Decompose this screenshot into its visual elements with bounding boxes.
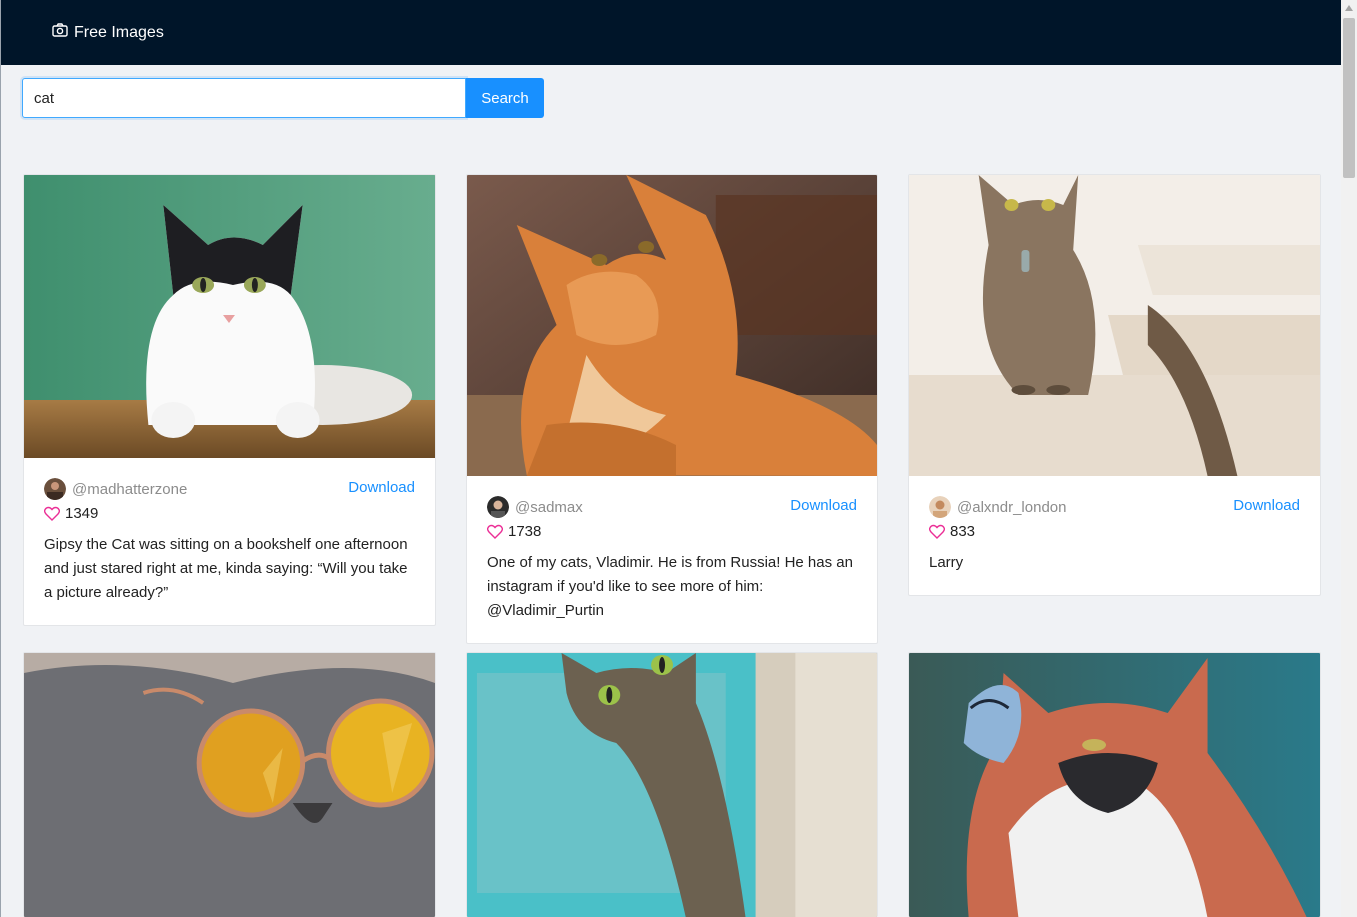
download-link[interactable]: Download (348, 479, 415, 496)
top-navbar: Free Images (1, 0, 1341, 65)
image-card: @madhatterzone Download 1349 Gipsy the C… (23, 174, 436, 626)
card-image[interactable] (467, 175, 877, 476)
image-description: One of my cats, Vladimir. He is from Rus… (487, 554, 853, 619)
heart-icon[interactable] (929, 524, 945, 539)
likes-count: 1349 (65, 504, 99, 522)
user-avatar[interactable] (487, 496, 509, 518)
image-description: Gipsy the Cat was sitting on a bookshelf… (44, 536, 408, 601)
likes-count: 833 (950, 522, 976, 540)
heart-icon[interactable] (487, 524, 503, 539)
image-card (908, 652, 1321, 917)
search-input[interactable] (22, 78, 466, 118)
card-image[interactable] (24, 175, 435, 458)
brand-title: Free Images (74, 23, 164, 41)
user-avatar[interactable] (44, 478, 66, 500)
likes-count: 1738 (508, 522, 542, 540)
camera-icon (52, 23, 74, 42)
scroll-up-icon[interactable] (1341, 0, 1357, 16)
card-image[interactable] (909, 653, 1320, 917)
search-bar: Search (22, 78, 544, 118)
username[interactable]: @sadmax (515, 499, 583, 516)
vertical-scrollbar[interactable] (1341, 0, 1357, 917)
download-link[interactable]: Download (1233, 497, 1300, 514)
brand-link[interactable]: Free Images (52, 23, 164, 42)
username[interactable]: @madhatterzone (72, 481, 187, 498)
search-button[interactable]: Search (466, 78, 544, 118)
card-image[interactable] (909, 175, 1320, 476)
image-card (23, 652, 436, 917)
image-card (466, 652, 878, 917)
image-card: @sadmax Download 1738 One of my cats, Vl… (466, 174, 878, 644)
window-border (0, 0, 1, 917)
card-image[interactable] (24, 653, 435, 917)
username[interactable]: @alxndr_london (957, 499, 1066, 516)
heart-icon[interactable] (44, 506, 60, 521)
user-avatar[interactable] (929, 496, 951, 518)
download-link[interactable]: Download (790, 497, 857, 514)
image-description: Larry (929, 554, 964, 571)
scroll-thumb[interactable] (1343, 18, 1355, 178)
image-card: @alxndr_london Download 833 Larry (908, 174, 1321, 596)
card-image[interactable] (467, 653, 877, 917)
